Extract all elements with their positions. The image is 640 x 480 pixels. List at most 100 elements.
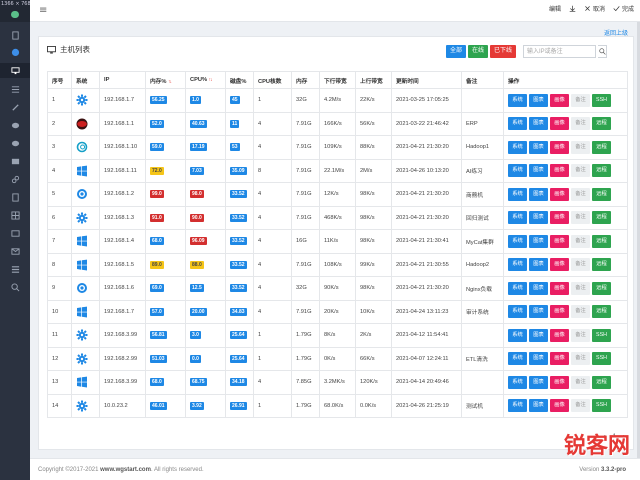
portrait-button[interactable]: 画像 [550,140,569,154]
chart-button[interactable]: 图表 [529,258,548,272]
chart-button[interactable]: 图表 [529,234,548,248]
remote-button[interactable]: 远程 [592,140,611,154]
remote-button[interactable]: 远程 [592,305,611,319]
note-button[interactable]: 备注 [571,164,590,178]
chart-button[interactable]: 图表 [529,93,548,107]
done-button[interactable]: 完成 [613,4,634,13]
remote-button[interactable]: SSH [592,352,611,366]
filter-online-button[interactable]: 在线 [467,45,488,58]
note-button[interactable]: 备注 [571,140,590,154]
portrait-button[interactable]: 画像 [550,352,569,366]
note-button[interactable]: 备注 [571,258,590,272]
portrait-button[interactable]: 画像 [550,164,569,178]
chart-button[interactable]: 图表 [529,187,548,201]
system-button[interactable]: 系统 [508,399,527,413]
sidebar-item-dashboard[interactable] [0,44,30,59]
system-button[interactable]: 系统 [508,117,527,131]
chart-button[interactable]: 图表 [529,399,548,413]
system-button[interactable]: 系统 [508,211,527,225]
sidebar-item-messages[interactable] [0,118,30,133]
filter-offline-button[interactable]: 已下线 [489,45,516,58]
system-button[interactable]: 系统 [508,140,527,154]
remote-button[interactable]: 远程 [592,375,611,389]
note-button[interactable]: 备注 [571,211,590,225]
note-button[interactable]: 备注 [571,305,590,319]
remote-button[interactable]: 远程 [592,211,611,225]
system-button[interactable]: 系统 [508,164,527,178]
col-mem[interactable]: 内存% ↑↓ [145,71,186,89]
sort-icon[interactable]: ↑↓ [209,77,213,83]
remote-button[interactable]: 远程 [592,164,611,178]
system-button[interactable]: 系统 [508,234,527,248]
remote-button[interactable]: 远程 [592,187,611,201]
sidebar-item-edit[interactable] [0,100,30,115]
remote-button[interactable]: SSH [592,399,611,413]
sidebar-item-grid[interactable] [0,208,30,223]
chart-button[interactable]: 图表 [529,328,548,342]
sidebar-item-home[interactable] [0,28,30,43]
portrait-button[interactable]: 画像 [550,281,569,295]
sidebar-item-mail[interactable] [0,244,30,259]
system-button[interactable]: 系统 [508,375,527,389]
remote-button[interactable]: SSH [592,328,611,342]
chart-button[interactable]: 图表 [529,352,548,366]
remote-button[interactable]: 远程 [592,281,611,295]
note-button[interactable]: 备注 [571,117,590,131]
portrait-button[interactable]: 画像 [550,399,569,413]
note-button[interactable]: 备注 [571,281,590,295]
chart-button[interactable]: 图表 [529,164,548,178]
edit-button[interactable]: 编辑 [549,4,561,13]
chart-button[interactable]: 图表 [529,211,548,225]
sidebar-item-pages[interactable] [0,190,30,205]
sidebar-item-list[interactable] [0,82,30,97]
cancel-button[interactable]: 取消 [584,4,605,13]
portrait-button[interactable]: 画像 [550,117,569,131]
system-button[interactable]: 系统 [508,281,527,295]
chart-button[interactable]: 图表 [529,305,548,319]
sort-icon[interactable]: ↑↓ [168,79,172,85]
menu-toggle-icon[interactable]: ≡ [39,5,47,16]
sidebar-item-comments[interactable] [0,136,30,151]
site-link[interactable]: www.wgstart.com [100,467,151,473]
chart-button[interactable]: 图表 [529,117,548,131]
remote-button[interactable]: 远程 [592,258,611,272]
portrait-button[interactable]: 画像 [550,211,569,225]
note-button[interactable]: 备注 [571,375,590,389]
col-cpu[interactable]: CPU% ↑↓ [185,71,226,89]
remote-button[interactable]: 远程 [592,234,611,248]
sidebar-item-search[interactable] [0,280,30,295]
system-button[interactable]: 系统 [508,187,527,201]
sidebar-item-layout[interactable] [0,226,30,241]
portrait-button[interactable]: 画像 [550,187,569,201]
chart-button[interactable]: 图表 [529,281,548,295]
portrait-button[interactable]: 画像 [550,328,569,342]
filter-all-button[interactable]: 全部 [445,45,466,58]
chart-button[interactable]: 图表 [529,375,548,389]
sidebar-item-table[interactable] [0,154,30,169]
note-button[interactable]: 备注 [571,399,590,413]
portrait-button[interactable]: 画像 [550,234,569,248]
download-button[interactable] [569,5,576,12]
system-button[interactable]: 系统 [508,305,527,319]
sidebar-item-hosts[interactable] [0,63,30,78]
portrait-button[interactable]: 画像 [550,93,569,107]
remote-button[interactable]: SSH [592,93,611,107]
search-button[interactable] [598,45,607,58]
system-button[interactable]: 系统 [508,328,527,342]
sidebar-item-links[interactable] [0,172,30,187]
portrait-button[interactable]: 画像 [550,305,569,319]
search-input[interactable] [523,45,596,58]
sidebar-item-menu[interactable] [0,262,30,277]
portrait-button[interactable]: 画像 [550,258,569,272]
system-button[interactable]: 系统 [508,258,527,272]
note-button[interactable]: 备注 [571,328,590,342]
note-button[interactable]: 备注 [571,93,590,107]
chart-button[interactable]: 图表 [529,140,548,154]
note-button[interactable]: 备注 [571,187,590,201]
system-button[interactable]: 系统 [508,352,527,366]
note-button[interactable]: 备注 [571,352,590,366]
system-button[interactable]: 系统 [508,93,527,107]
note-button[interactable]: 备注 [571,234,590,248]
remote-button[interactable]: 远程 [592,117,611,131]
portrait-button[interactable]: 画像 [550,375,569,389]
